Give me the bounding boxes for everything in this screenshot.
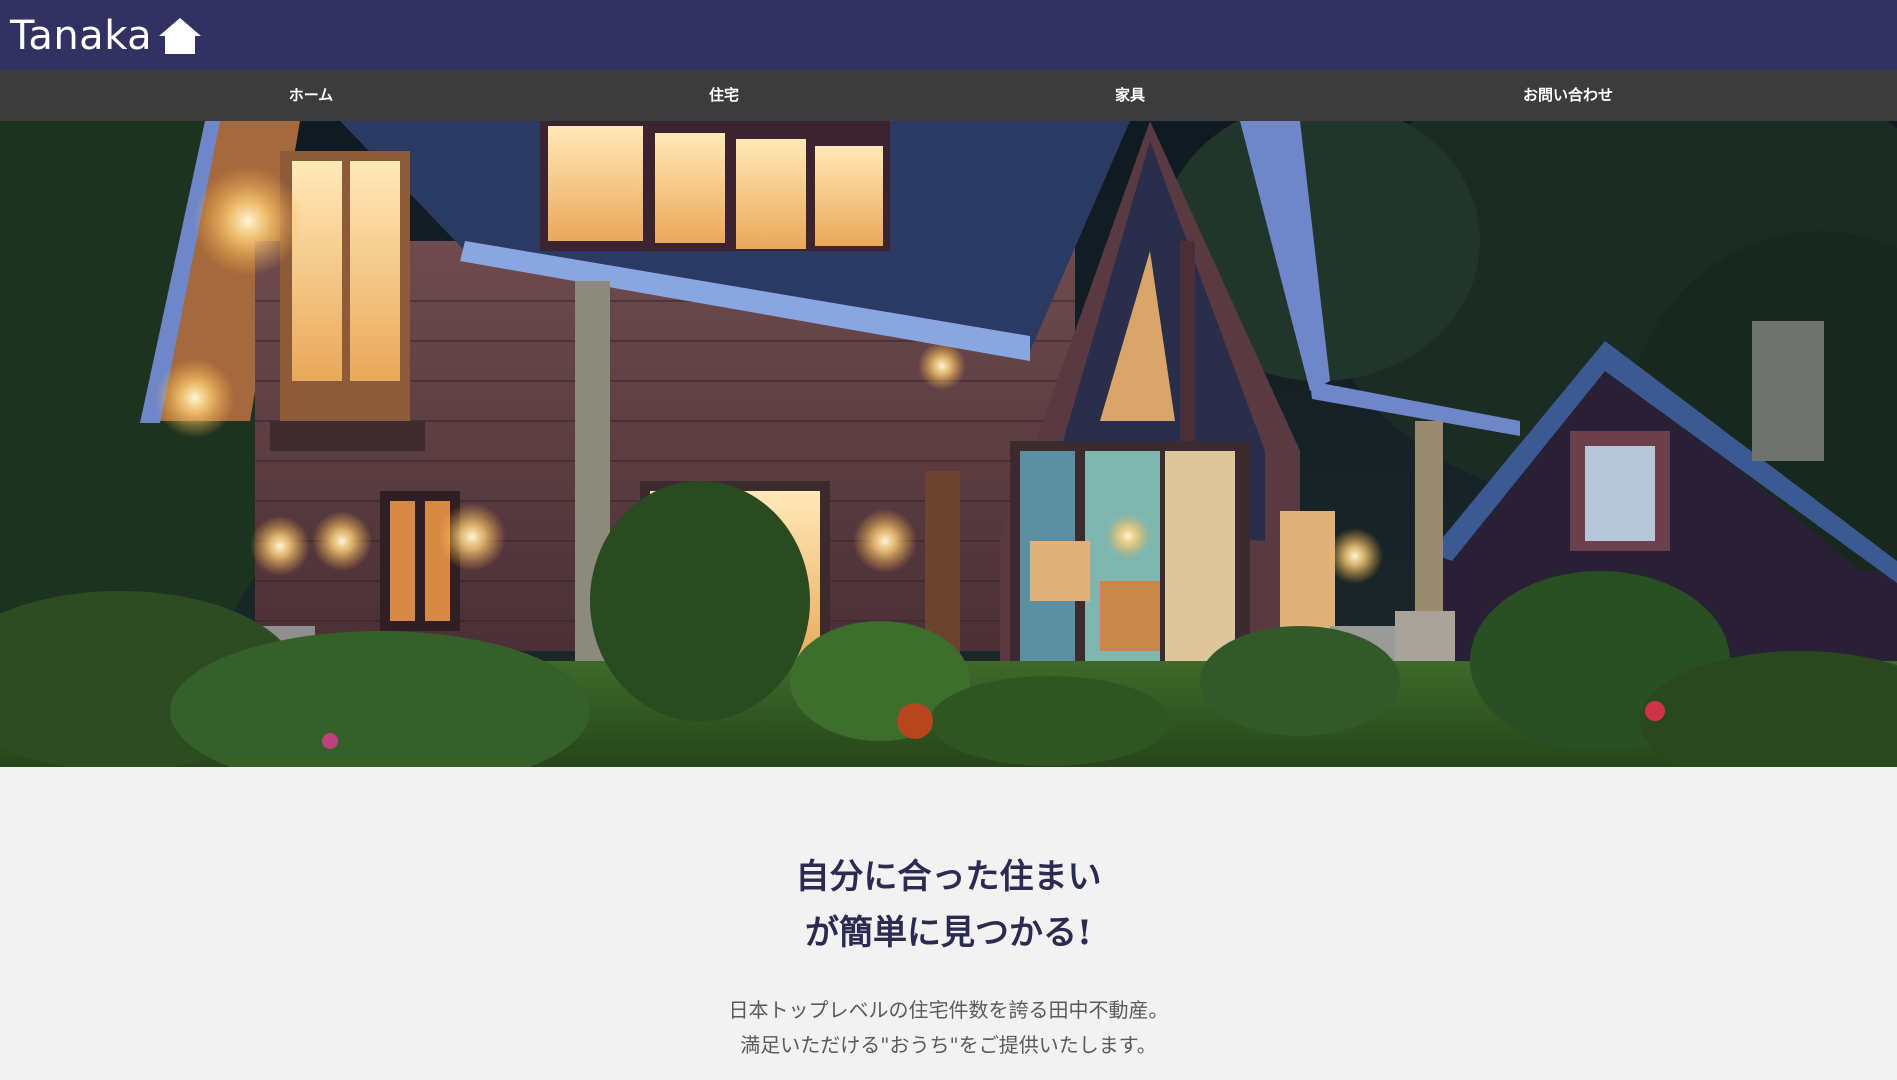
- brand-name: Tanaka: [10, 13, 153, 59]
- headline-line-1: 自分に合った住まい: [795, 857, 1102, 897]
- nav-item-home[interactable]: ホーム: [289, 70, 334, 121]
- main-nav: ホーム 住宅 家具 お問い合わせ: [0, 70, 1897, 121]
- headline-line-2: が簡単に見つかる!: [805, 913, 1092, 953]
- intro-lead: 日本トップレベルの住宅件数を誇る田中不動産。 満足いただける"おうち"をご提供い…: [0, 993, 1897, 1063]
- intro-section: 自分に合った住まい が簡単に見つかる! 日本トップレベルの住宅件数を誇る田中不動…: [0, 767, 1897, 1080]
- hero-house-illustration: [0, 121, 1897, 767]
- nav-item-furniture[interactable]: 家具: [1115, 70, 1145, 121]
- hero-image: [0, 121, 1897, 767]
- lead-line-1: 日本トップレベルの住宅件数を誇る田中不動産。: [728, 998, 1169, 1022]
- home-icon: [158, 16, 202, 56]
- nav-item-contact[interactable]: お問い合わせ: [1523, 70, 1613, 121]
- intro-headline: 自分に合った住まい が簡単に見つかる!: [0, 849, 1897, 961]
- lead-line-2: 満足いただける"おうち"をご提供いたします。: [740, 1033, 1157, 1057]
- nav-item-housing[interactable]: 住宅: [709, 70, 739, 121]
- site-header: Tanaka: [0, 0, 1897, 70]
- site-logo[interactable]: Tanaka: [10, 12, 202, 60]
